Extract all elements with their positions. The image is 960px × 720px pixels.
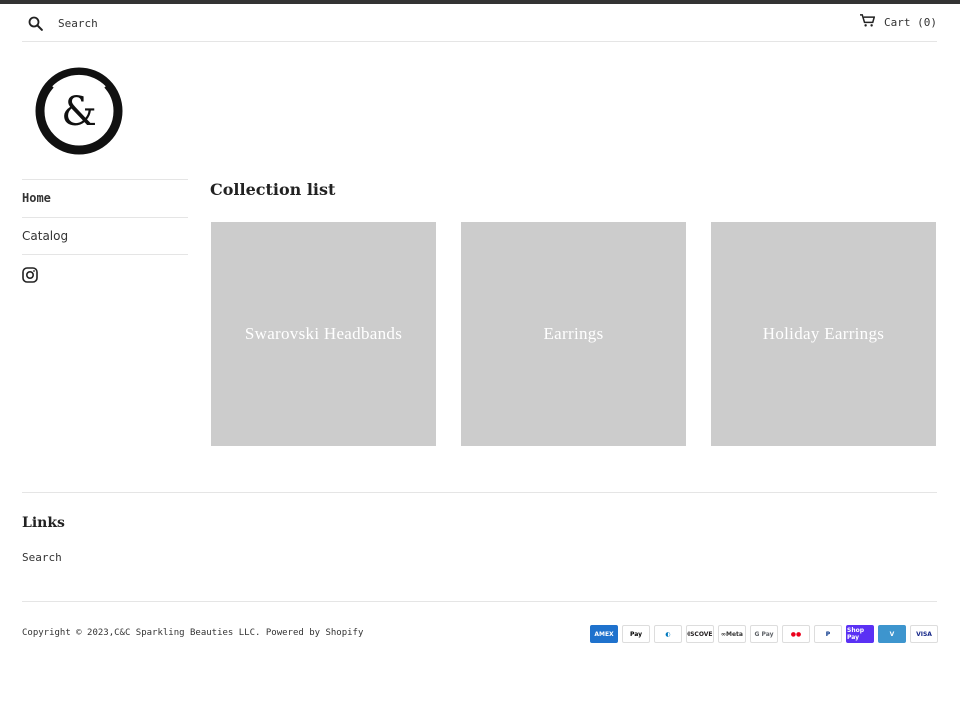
sidebar-item-home[interactable]: Home bbox=[22, 179, 188, 217]
sidebar-item-label: Home bbox=[22, 191, 51, 205]
payment-icons: AMEXPay◐DISCOVER∞MetaG Pay●●PShop PayVVI… bbox=[590, 625, 938, 643]
paypal-icon: P bbox=[814, 625, 842, 643]
cart-icon bbox=[860, 14, 876, 30]
instagram-icon[interactable] bbox=[22, 267, 38, 283]
search-input[interactable] bbox=[58, 16, 258, 30]
shop-name-link[interactable]: C&C Sparkling Beauties LLC bbox=[114, 628, 255, 638]
sidebar-item-catalog[interactable]: Catalog bbox=[22, 217, 188, 255]
site-header: Cart (0) bbox=[22, 4, 937, 42]
footer-link-search[interactable]: Search bbox=[22, 551, 62, 564]
footer-links-heading: Links bbox=[22, 515, 65, 531]
powered-by-link[interactable]: . Powered by Shopify bbox=[255, 628, 363, 638]
discover-icon: DISCOVER bbox=[686, 625, 714, 643]
collection-card-earrings[interactable]: Earrings bbox=[461, 222, 686, 446]
venmo-icon: V bbox=[878, 625, 906, 643]
cart-label: Cart (0) bbox=[884, 15, 937, 29]
google-pay-icon: G Pay bbox=[750, 625, 778, 643]
copyright-prefix: Copyright © 2023, bbox=[22, 628, 115, 638]
sidebar-nav: Home Catalog bbox=[22, 179, 188, 283]
collection-card-label: Swarovski Headbands bbox=[244, 324, 403, 343]
apple-pay-icon: Pay bbox=[622, 625, 650, 643]
footer-divider bbox=[22, 492, 937, 493]
collection-card-swarovski-headbands[interactable]: Swarovski Headbands bbox=[211, 222, 436, 446]
logo-ampersand: & bbox=[61, 89, 97, 135]
collection-grid: Swarovski Headbands Earrings Holiday Ear… bbox=[211, 222, 936, 447]
sidebar-item-label: Catalog bbox=[22, 229, 69, 243]
page-title: Collection list bbox=[210, 180, 336, 199]
meta-pay-icon: ∞Meta bbox=[718, 625, 746, 643]
shop-pay-icon: Shop Pay bbox=[846, 625, 874, 643]
site-logo[interactable]: & bbox=[33, 65, 125, 157]
diners-club-icon: ◐ bbox=[654, 625, 682, 643]
collection-card-label: Holiday Earrings bbox=[762, 324, 885, 343]
cart-link[interactable]: Cart (0) bbox=[860, 14, 937, 30]
footer-divider-bottom bbox=[22, 601, 937, 602]
copyright-text: Copyright © 2023, C&C Sparkling Beauties… bbox=[22, 628, 363, 638]
mastercard-icon: ●● bbox=[782, 625, 810, 643]
collection-card-holiday-earrings[interactable]: Holiday Earrings bbox=[711, 222, 936, 446]
search-icon[interactable] bbox=[22, 10, 48, 36]
american-express-icon: AMEX bbox=[590, 625, 618, 643]
collection-card-label: Earrings bbox=[543, 324, 604, 343]
search-form bbox=[22, 10, 258, 36]
visa-icon: VISA bbox=[910, 625, 938, 643]
